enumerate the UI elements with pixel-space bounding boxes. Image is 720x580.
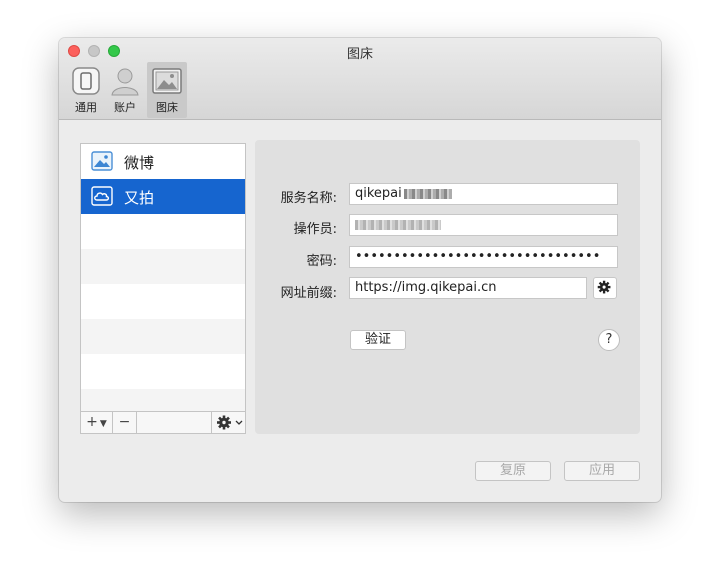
list-actions-button[interactable] xyxy=(211,412,245,433)
add-label: + xyxy=(86,414,98,430)
password-label: 密码: xyxy=(306,254,337,269)
list-control-bar: + ▼ − xyxy=(81,411,245,433)
window-title: 图床 xyxy=(346,47,373,62)
list-item xyxy=(81,284,245,319)
preferences-window: 图床 通用 账户 图床 微博 又拍 + ▼ − 服务名称: qikepai 操作… xyxy=(59,38,661,502)
settings-panel: 服务名称: qikepai 操作员: 密码: •••••••••••••••••… xyxy=(255,140,640,434)
list-item xyxy=(81,249,245,284)
url-options-button[interactable] xyxy=(593,277,617,299)
service-name-label: 服务名称: xyxy=(280,191,337,206)
help-button[interactable]: ? xyxy=(598,329,620,351)
redacted-text xyxy=(403,188,452,199)
sidebar-item-label: 微博 xyxy=(124,154,155,172)
redacted-text xyxy=(355,219,441,230)
list-item xyxy=(81,319,245,354)
general-icon xyxy=(72,67,100,95)
add-service-button[interactable]: + ▼ xyxy=(81,412,113,433)
gear-icon xyxy=(597,280,611,294)
url-prefix-label: 网址前缀: xyxy=(280,286,337,301)
tab-account-label: 账户 xyxy=(114,101,136,114)
tab-general-label: 通用 xyxy=(75,101,97,114)
list-item xyxy=(81,389,245,411)
tab-account[interactable]: 账户 xyxy=(105,62,145,118)
chevron-down-icon: ▼ xyxy=(99,419,107,429)
tab-general[interactable]: 通用 xyxy=(66,62,106,118)
gear-icon xyxy=(217,415,243,430)
remove-service-button[interactable]: − xyxy=(113,412,137,433)
restore-button[interactable]: 复原 xyxy=(475,461,551,481)
service-name-input[interactable]: qikepai xyxy=(349,183,618,205)
sidebar-item-label: 又拍 xyxy=(124,189,155,207)
image-host-icon xyxy=(152,68,182,94)
service-list: 微博 又拍 + ▼ − xyxy=(80,143,246,434)
image-icon xyxy=(91,151,113,171)
apply-button[interactable]: 应用 xyxy=(564,461,640,481)
sidebar-item-weibo[interactable]: 微博 xyxy=(81,144,245,179)
sidebar-item-upyun[interactable]: 又拍 xyxy=(81,179,245,214)
list-item xyxy=(81,354,245,389)
operator-input[interactable] xyxy=(349,214,618,236)
remove-label: − xyxy=(118,414,131,430)
account-icon xyxy=(111,68,139,96)
operator-label: 操作员: xyxy=(293,222,337,237)
tab-image-host-label: 图床 xyxy=(156,101,178,114)
service-name-value: qikepai xyxy=(355,186,402,201)
cloud-icon xyxy=(91,186,113,206)
list-item xyxy=(81,214,245,249)
tab-image-host[interactable]: 图床 xyxy=(147,62,187,118)
verify-button[interactable]: 验证 xyxy=(350,330,406,350)
password-field[interactable]: •••••••••••••••••••••••••••••••• xyxy=(349,246,618,268)
url-prefix-input[interactable]: https://img.qikepai.cn xyxy=(349,277,587,299)
title-bar: 图床 通用 账户 图床 xyxy=(59,38,661,120)
